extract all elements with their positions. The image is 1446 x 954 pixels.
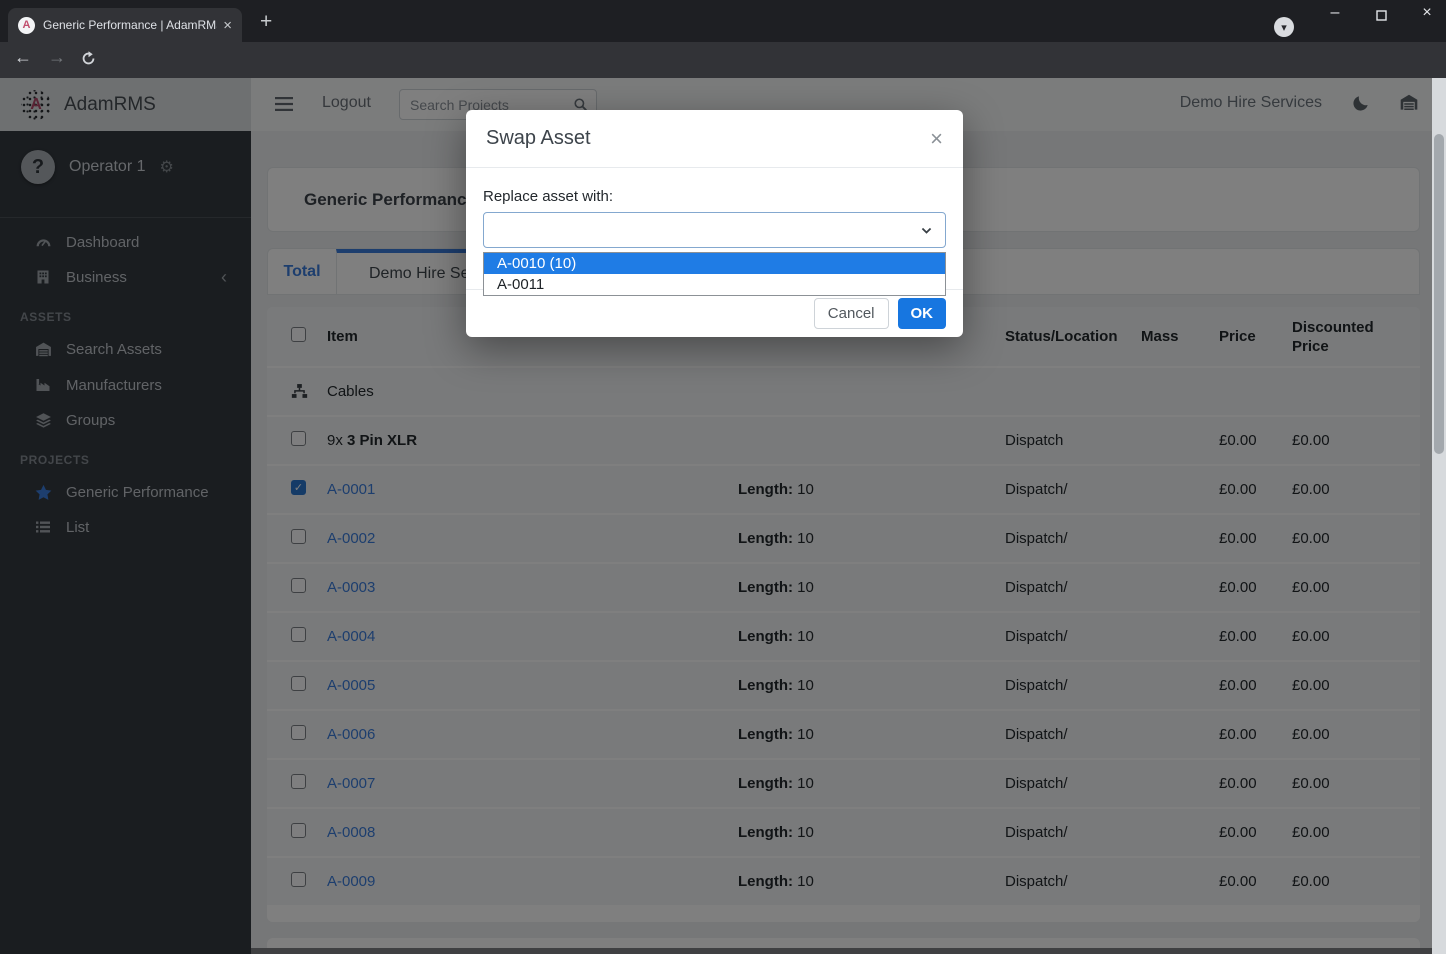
- browser-toolbar: ← → Not secure admin.test /project/?id=1…: [0, 42, 1446, 78]
- modal-footer: Cancel OK: [466, 289, 963, 337]
- page-viewport: A AdamRMS ? Operator 1 ⚙ Dashboard Busin…: [0, 78, 1446, 954]
- ok-button[interactable]: OK: [898, 298, 947, 329]
- modal-title: Swap Asset: [486, 127, 591, 150]
- scrollbar-thumb[interactable]: [1434, 134, 1444, 454]
- browser-tab-title: Generic Performance | AdamRMS: [43, 18, 217, 32]
- cancel-button[interactable]: Cancel: [814, 298, 889, 329]
- modal-header: Swap Asset ×: [466, 110, 963, 168]
- browser-tabstrip: A Generic Performance | AdamRMS × + ▾ – …: [0, 0, 1446, 42]
- modal-close-icon[interactable]: ×: [930, 128, 943, 150]
- reload-icon[interactable]: [80, 50, 97, 72]
- select-option[interactable]: A-0011: [484, 274, 945, 295]
- back-icon[interactable]: ←: [14, 47, 32, 68]
- browser-window: A Generic Performance | AdamRMS × + ▾ – …: [0, 0, 1446, 954]
- asset-select[interactable]: [483, 212, 946, 248]
- select-option[interactable]: A-0010 (10): [484, 253, 945, 274]
- browser-tab[interactable]: A Generic Performance | AdamRMS ×: [8, 8, 242, 42]
- select-dropdown-list: A-0010 (10)A-0011: [483, 252, 946, 296]
- browser-update-icon[interactable]: ▾: [1274, 17, 1294, 37]
- chevron-down-icon: [920, 224, 933, 242]
- adamrms-favicon-icon: A: [18, 17, 35, 34]
- forward-icon[interactable]: →: [48, 47, 66, 68]
- new-tab-button[interactable]: +: [260, 10, 272, 34]
- replace-asset-label: Replace asset with:: [483, 188, 946, 205]
- maximize-button[interactable]: [1366, 8, 1396, 26]
- modal-body: Replace asset with:: [466, 168, 963, 248]
- tab-close-icon[interactable]: ×: [223, 17, 232, 34]
- page-scrollbar[interactable]: [1432, 78, 1446, 954]
- close-window-button[interactable]: ×: [1412, 4, 1442, 22]
- swap-asset-modal: Swap Asset × Replace asset with: Cancel …: [466, 110, 963, 337]
- minimize-button[interactable]: –: [1320, 4, 1350, 22]
